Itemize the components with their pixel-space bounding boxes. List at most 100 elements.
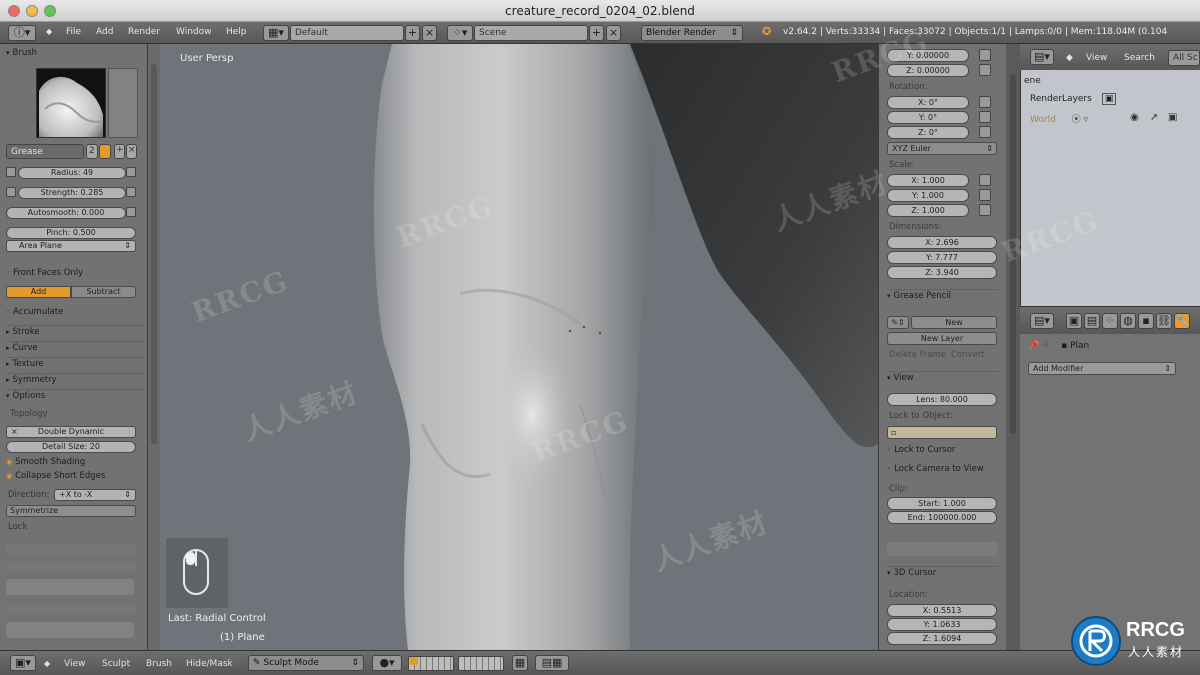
grease-pencil-panel-header[interactable]: ▾ Grease Pencil	[887, 289, 999, 301]
radius-pressure-toggle[interactable]	[126, 167, 136, 177]
strength-pressure-toggle[interactable]	[126, 187, 136, 197]
menu-sculpt[interactable]: Sculpt	[102, 659, 130, 669]
subtract-toggle[interactable]: Subtract	[71, 286, 136, 298]
render-engine-select[interactable]: Blender Render ⇕	[641, 25, 743, 41]
screen-layout-field[interactable]: Default	[290, 25, 404, 41]
menu-render[interactable]: Render	[128, 27, 160, 37]
layers-row-2[interactable]	[458, 656, 504, 671]
menu-hide-mask[interactable]: Hide/Mask	[186, 659, 233, 669]
display-mode-select[interactable]: All Sc	[1168, 50, 1200, 66]
lock-to-cursor-checkbox[interactable]: ◦ Lock to Cursor	[887, 445, 955, 455]
lock-camera-checkbox[interactable]: ◦ Lock Camera to View	[887, 464, 984, 474]
add-scene-button[interactable]: +	[589, 25, 604, 41]
dimension-x-field[interactable]: X: 2.696	[887, 236, 997, 249]
convert-button[interactable]: Convert	[951, 350, 985, 360]
add-layout-button[interactable]: +	[405, 25, 420, 41]
collapse-menu-icon[interactable]: ◆	[44, 659, 50, 668]
brush-panel-header[interactable]: ▾ Brush	[6, 48, 37, 58]
lock-location-z-icon[interactable]	[979, 64, 991, 76]
stroke-panel-header[interactable]: ▸ Stroke	[6, 325, 144, 337]
dimension-z-field[interactable]: Z: 3.940	[887, 266, 997, 279]
brush-name-field[interactable]: Grease	[6, 144, 84, 159]
symmetrize-button[interactable]: Symmetrize	[6, 505, 136, 517]
lock-rotation-x-icon[interactable]	[979, 96, 991, 108]
lock-scale-y-icon[interactable]	[979, 189, 991, 201]
editor-type-3dview-icon[interactable]: ▣▾	[10, 655, 36, 671]
front-faces-checkbox[interactable]: ◦ Front Faces Only	[6, 268, 83, 278]
lock-location-y-icon[interactable]	[979, 49, 991, 61]
properties-scrollbar[interactable]	[1006, 44, 1020, 650]
cursor-y-field[interactable]: Y: 1.0633	[887, 618, 997, 631]
pin-icon[interactable]: 📌	[1028, 341, 1039, 351]
dimension-y-field[interactable]: Y: 7.777	[887, 251, 997, 264]
collapse-menu-icon[interactable]: ◆	[46, 27, 52, 36]
lock-camera-layers-icon[interactable]: ▦	[512, 655, 528, 671]
lock-scale-z-icon[interactable]	[979, 204, 991, 216]
tool-shelf-scrollbar[interactable]	[148, 44, 160, 650]
grease-pencil-icon[interactable]: ✎⇕	[887, 316, 909, 329]
new-layer-button[interactable]: New Layer	[887, 332, 997, 345]
remove-brush-button[interactable]: ×	[126, 144, 137, 159]
options-panel-header[interactable]: ▾ Options	[6, 389, 144, 401]
lock-scale-x-icon[interactable]	[979, 174, 991, 186]
scene-field[interactable]: Scene	[474, 25, 588, 41]
radius-slider[interactable]: Radius: 49	[18, 167, 126, 179]
outliner-scene-row[interactable]: ene	[1024, 76, 1041, 86]
menu-view[interactable]: View	[64, 659, 85, 669]
view-panel-header[interactable]: ▾ View	[887, 371, 999, 383]
render-layers-tab-icon[interactable]: ▤	[1084, 313, 1100, 329]
curve-panel-header[interactable]: ▸ Curve	[6, 341, 144, 353]
layers-row-1[interactable]	[408, 656, 454, 671]
brush-preview[interactable]	[36, 68, 106, 138]
location-y-field[interactable]: Y: 0.00000	[887, 49, 969, 62]
outliner-search-menu[interactable]: Search	[1124, 53, 1155, 63]
lock-rotation-y-icon[interactable]	[979, 111, 991, 123]
menu-add[interactable]: Add	[96, 27, 113, 37]
delete-frame-button[interactable]: Delete Frame	[889, 350, 946, 360]
menu-brush[interactable]: Brush	[146, 659, 172, 669]
new-grease-pencil-button[interactable]: New	[911, 316, 997, 329]
scale-z-field[interactable]: Z: 1.000	[887, 204, 969, 217]
rotation-y-field[interactable]: Y: 0°	[887, 111, 969, 124]
rotation-mode-select[interactable]: XYZ Euler ⇕	[887, 142, 997, 155]
direction-select[interactable]: +X to -X ⇕	[54, 489, 136, 501]
texture-panel-header[interactable]: ▸ Texture	[6, 357, 144, 369]
render-tab-icon[interactable]: ▣	[1066, 313, 1082, 329]
3d-viewport[interactable]: User Persp Last: Radial Control (1) Plan…	[160, 44, 878, 650]
lock-rotation-z-icon[interactable]	[979, 126, 991, 138]
cursor-z-field[interactable]: Z: 1.6094	[887, 632, 997, 645]
clip-end-field[interactable]: End: 100000.000	[887, 511, 997, 524]
menu-help[interactable]: Help	[226, 27, 247, 37]
double-dynamic-toggle[interactable]: × Double Dynamic	[6, 426, 136, 438]
constraints-tab-icon[interactable]: ⛓	[1156, 313, 1172, 329]
add-modifier-select[interactable]: Add Modifier ⇕	[1028, 362, 1176, 375]
lens-field[interactable]: Lens: 80.000	[887, 393, 997, 406]
autosmooth-slider[interactable]: Autosmooth: 0.000	[6, 207, 126, 219]
scene-tab-icon[interactable]: ⁘	[1102, 313, 1118, 329]
scale-x-field[interactable]: X: 1.000	[887, 174, 969, 187]
menu-file[interactable]: File	[66, 27, 81, 37]
clip-start-field[interactable]: Start: 1.000	[887, 497, 997, 510]
rotation-z-field[interactable]: Z: 0°	[887, 126, 969, 139]
scene-icon[interactable]: ⁘▾	[447, 25, 473, 41]
brush-users-count[interactable]: 2	[86, 144, 98, 159]
outliner-world-row[interactable]: World ⦿ ▿	[1030, 112, 1088, 125]
selectability-cursor-icon[interactable]: ➚	[1150, 112, 1158, 123]
pinch-slider[interactable]: Pinch: 0.500	[6, 227, 136, 239]
object-tab-icon[interactable]: ▪	[1138, 313, 1154, 329]
rotation-x-field[interactable]: X: 0°	[887, 96, 969, 109]
screen-layout-icon[interactable]: ▦▾	[263, 25, 289, 41]
editor-type-outliner-icon[interactable]: ▤▾	[1030, 49, 1054, 65]
scrollbar-thumb[interactable]	[1010, 74, 1016, 434]
autosmooth-pressure-toggle[interactable]	[126, 207, 136, 217]
editor-type-info-icon[interactable]: ⓘ▾	[8, 25, 36, 41]
smooth-shading-checkbox[interactable]: ◉ Smooth Shading	[6, 457, 85, 467]
collapse-short-checkbox[interactable]: ◉ Collapse Short Edges	[6, 471, 105, 481]
world-tab-icon[interactable]: ◍	[1120, 313, 1136, 329]
outliner[interactable]	[1020, 44, 1200, 306]
opengl-render-icons[interactable]: ▤▦	[535, 655, 569, 671]
new-brush-button[interactable]: +	[114, 144, 125, 159]
location-z-field[interactable]: Z: 0.00000	[887, 64, 969, 77]
viewport-shading-select[interactable]: ●▾	[372, 655, 402, 671]
visibility-eye-icon[interactable]: ◉	[1130, 112, 1139, 123]
